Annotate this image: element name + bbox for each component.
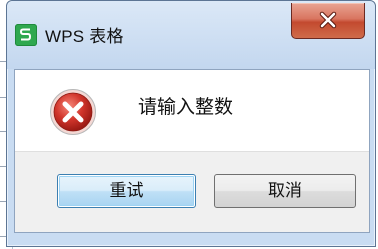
wps-spreadsheet-icon [15, 24, 37, 46]
dialog-titlebar[interactable]: WPS 表格 [7, 1, 375, 69]
dialog-title: WPS 表格 [45, 27, 124, 46]
dialog-body: 请输入整数 重试 取消 [14, 69, 370, 233]
dialog-message: 请输入整数 [138, 96, 234, 118]
error-icon [50, 89, 96, 135]
close-button[interactable] [291, 3, 365, 39]
retry-button[interactable]: 重试 [57, 174, 196, 208]
cancel-button[interactable]: 取消 [214, 174, 356, 208]
message-dialog: WPS 表格 请输入整数 重试 取消 [6, 0, 376, 247]
close-icon [319, 11, 337, 29]
